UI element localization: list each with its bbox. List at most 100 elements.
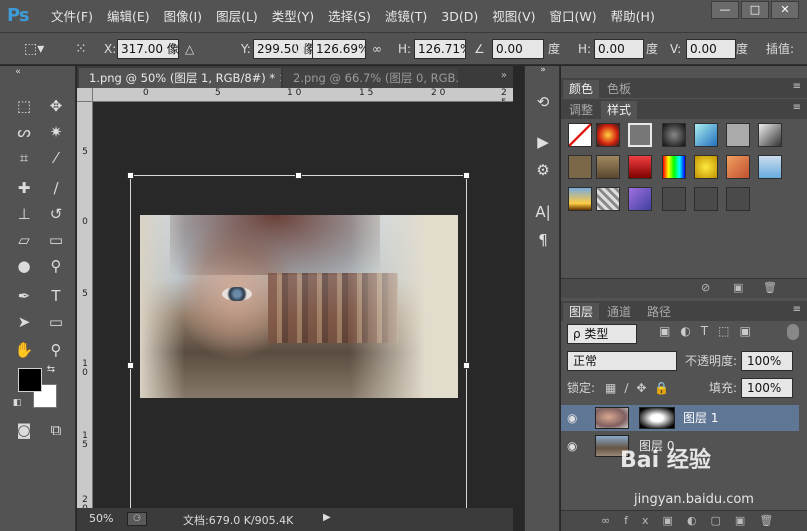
opacity-field[interactable]: 100% [741, 351, 793, 371]
width-field[interactable]: 126.69% [312, 39, 366, 59]
new-style-icon[interactable]: ▣ [733, 281, 743, 294]
tab-channels[interactable]: 通道 [601, 303, 637, 321]
fill-field[interactable]: 100% [741, 378, 793, 398]
visibility-eye-icon[interactable]: ◉ [567, 411, 577, 425]
transform-handle-top[interactable] [295, 172, 302, 179]
layer-mask-thumbnail[interactable] [639, 407, 675, 429]
transform-handle-top-right[interactable] [463, 172, 470, 179]
history-brush-tool-icon[interactable]: ↺ [42, 202, 70, 226]
menu-type[interactable]: 类型(Y) [265, 0, 321, 33]
healing-brush-tool-icon[interactable]: ✚ [10, 176, 38, 200]
free-transform-box[interactable] [127, 172, 470, 508]
status-info-icon[interactable]: ⚆ [127, 512, 147, 526]
height-field[interactable]: 126.71% [414, 39, 466, 59]
hskew-field[interactable]: 0.00 [594, 39, 644, 59]
visibility-eye-icon[interactable]: ◉ [567, 439, 577, 453]
close-button[interactable]: ✕ [771, 1, 799, 19]
screen-mode-icon[interactable]: ⧉ [42, 418, 70, 442]
panel-menu-icon[interactable]: ≡ [793, 304, 801, 315]
style-swatch[interactable] [726, 155, 750, 179]
style-swatch-selected[interactable] [628, 123, 652, 147]
quick-mask-icon[interactable]: ◙ [10, 418, 38, 442]
status-menu-arrow-icon[interactable]: ▶ [323, 512, 331, 523]
lock-icons[interactable]: ▦∕✥🔒 [605, 378, 677, 398]
expand-panels-icon[interactable]: » [531, 63, 555, 77]
menu-image[interactable]: 图像(I) [157, 0, 209, 33]
style-swatch[interactable] [596, 155, 620, 179]
eraser-tool-icon[interactable]: ▱ [10, 228, 38, 252]
hand-tool-icon[interactable]: ✋ [10, 338, 38, 362]
zoom-tool-icon[interactable]: ⚲ [42, 338, 70, 362]
tab-adjustments[interactable]: 调整 [563, 101, 599, 119]
style-swatch[interactable] [628, 187, 652, 211]
menu-layer[interactable]: 图层(L) [209, 0, 265, 33]
reference-point-icon[interactable]: ⁙ [75, 33, 87, 65]
style-none-swatch[interactable] [568, 123, 592, 147]
character-panel-icon[interactable]: A| [531, 200, 555, 224]
layers-footer-icons[interactable]: ∞fx▣◐▢▣🗑 [601, 514, 787, 527]
style-swatch[interactable] [694, 123, 718, 147]
vskew-field[interactable]: 0.00 [686, 39, 736, 59]
blend-mode-select[interactable]: 正常 [567, 351, 677, 371]
panel-menu-icon[interactable]: ≡ [793, 81, 801, 92]
marquee-tool-icon[interactable]: ⬚ [10, 94, 38, 118]
delete-style-icon[interactable]: 🗑 [763, 281, 777, 294]
shape-tool-icon[interactable]: ▭ [42, 310, 70, 334]
magic-wand-tool-icon[interactable]: ✷ [42, 120, 70, 144]
tabs-overflow-icon[interactable]: » [501, 70, 507, 81]
menu-help[interactable]: 帮助(H) [604, 0, 662, 33]
brush-tool-icon[interactable]: ∕ [42, 176, 70, 200]
type-tool-icon[interactable]: T [42, 284, 70, 308]
style-swatch[interactable] [568, 155, 592, 179]
tab-paths[interactable]: 路径 [641, 303, 677, 321]
style-swatch[interactable] [758, 123, 782, 147]
menu-select[interactable]: 选择(S) [321, 0, 378, 33]
tab-styles[interactable]: 样式 [601, 101, 638, 119]
transform-handle-top-left[interactable] [127, 172, 134, 179]
menu-file[interactable]: 文件(F) [44, 0, 100, 33]
minimize-button[interactable]: — [711, 1, 739, 19]
tab-color[interactable]: 颜色 [563, 80, 600, 98]
transform-tool-icon[interactable]: ⬚▾ [24, 33, 44, 65]
pen-tool-icon[interactable]: ✒ [10, 284, 38, 308]
foreground-color-swatch[interactable] [18, 368, 42, 392]
style-swatch[interactable] [568, 187, 592, 211]
menu-edit[interactable]: 编辑(E) [100, 0, 157, 33]
tab-swatches[interactable]: 色板 [601, 80, 637, 98]
zoom-level[interactable]: 50% [89, 512, 113, 525]
menu-view[interactable]: 视图(V) [485, 0, 542, 33]
eyedropper-tool-icon[interactable]: ⁄ [42, 146, 70, 170]
crop-tool-icon[interactable]: ⌗ [10, 146, 38, 170]
actions-panel-icon[interactable]: ▶ [531, 130, 555, 154]
menu-filter[interactable]: 滤镜(T) [378, 0, 434, 33]
style-swatch[interactable] [726, 123, 750, 147]
lasso-tool-icon[interactable]: ᔕ [10, 120, 38, 144]
maximize-button[interactable]: □ [741, 1, 769, 19]
delta-icon[interactable]: △ [185, 33, 194, 65]
layer-filter-icons[interactable]: ▣◐T⬚▣ [659, 324, 761, 338]
paragraph-panel-icon[interactable]: ¶ [531, 228, 555, 252]
gradient-tool-icon[interactable]: ▭ [42, 228, 70, 252]
properties-panel-icon[interactable]: ⚙ [531, 158, 555, 182]
filter-toggle[interactable] [787, 324, 799, 340]
style-swatch[interactable] [726, 187, 750, 211]
canvas-area[interactable] [94, 103, 513, 508]
style-swatch[interactable] [628, 155, 652, 179]
tab-layers[interactable]: 图层 [563, 303, 600, 321]
angle-field[interactable]: 0.00 [492, 39, 544, 59]
transform-handle-right[interactable] [463, 362, 470, 369]
x-field[interactable]: 317.00 像 [117, 39, 179, 59]
blur-tool-icon[interactable]: ● [10, 254, 38, 278]
tab-2png[interactable]: 2.png @ 66.7% (图层 0, RGB... [283, 68, 458, 88]
style-swatch[interactable] [596, 123, 620, 147]
link-icon[interactable]: ∞ [372, 33, 382, 65]
style-swatch[interactable] [662, 123, 686, 147]
clone-stamp-tool-icon[interactable]: ⊥ [10, 202, 38, 226]
tab-1png[interactable]: 1.png @ 50% (图层 1, RGB/8#) * ✕ [79, 68, 281, 88]
clear-style-icon[interactable]: ⊘ [701, 281, 710, 294]
path-selection-tool-icon[interactable]: ➤ [10, 310, 38, 334]
style-swatch[interactable] [596, 187, 620, 211]
style-swatch[interactable] [694, 155, 718, 179]
default-colors-icon[interactable]: ◧ [10, 396, 24, 410]
collapse-icon[interactable]: « [4, 66, 32, 78]
